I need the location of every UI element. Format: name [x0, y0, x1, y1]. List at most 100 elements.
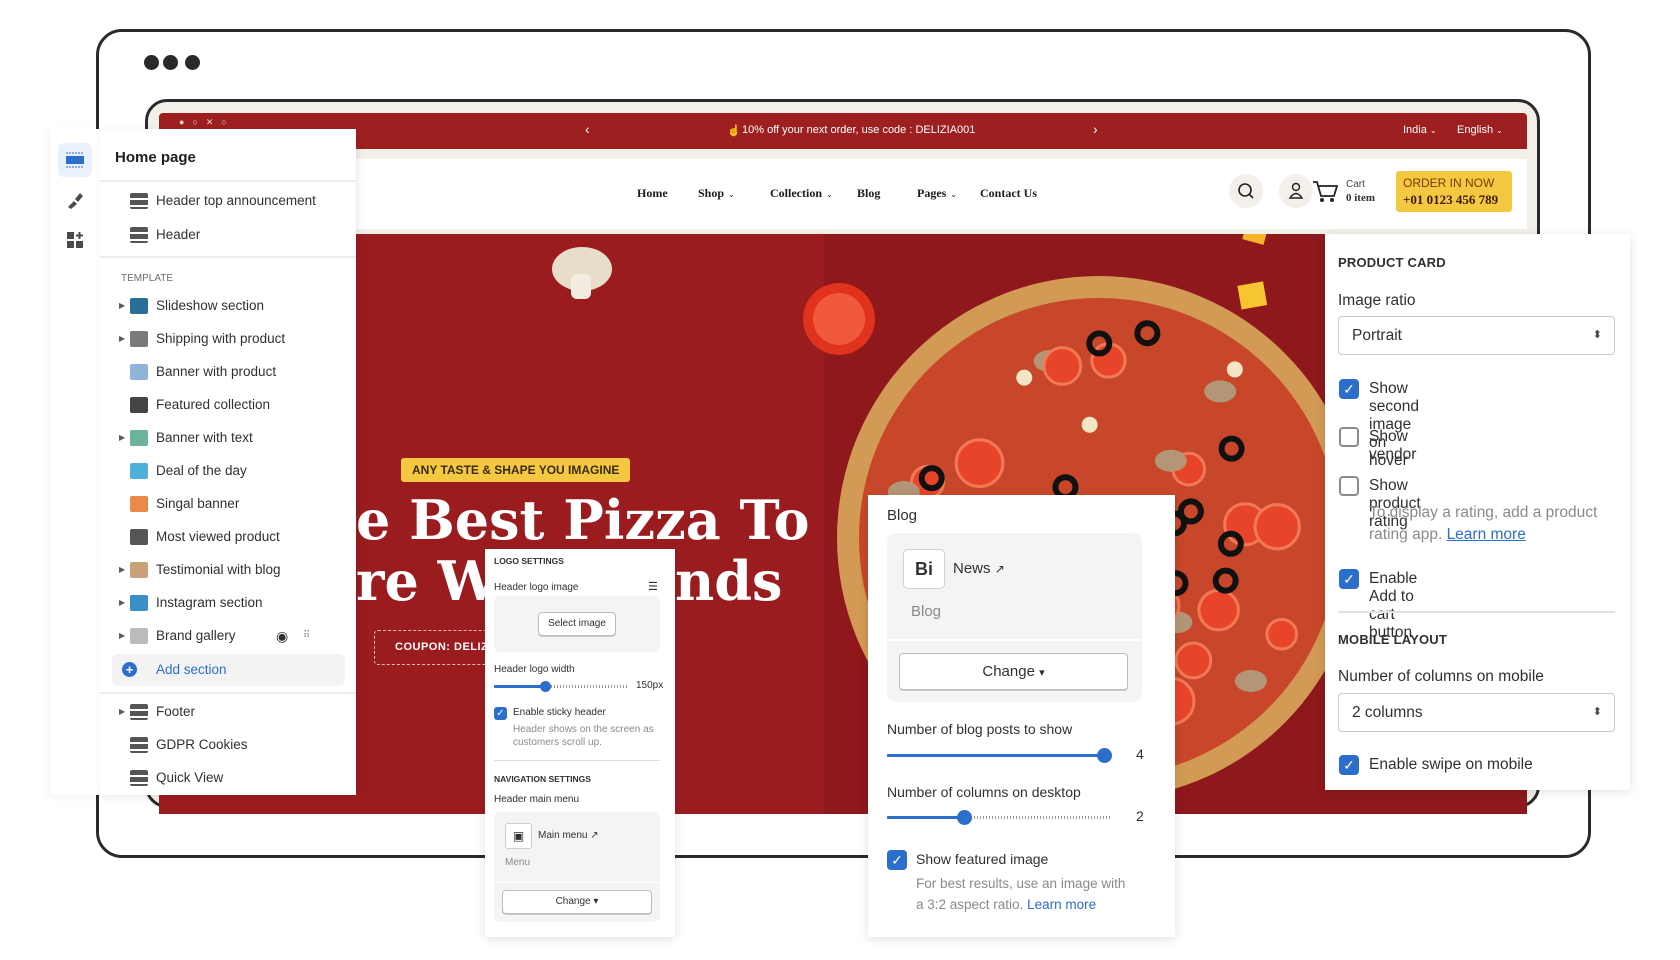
theme-settings-tab[interactable] — [58, 183, 92, 217]
nav-shop[interactable]: Shop ⌄ — [698, 186, 735, 201]
section-icon — [130, 331, 148, 347]
blog-label: Blog — [887, 507, 918, 524]
announcement-text: 10% off your next order, use code : DELI… — [742, 124, 976, 136]
search-button[interactable] — [1229, 174, 1263, 208]
expand-arrow-icon[interactable]: ▶ — [119, 327, 125, 351]
option-label: Show vendor — [1369, 428, 1417, 463]
nav-pages[interactable]: Pages ⌄ — [917, 186, 957, 201]
nav-home[interactable]: Home — [637, 186, 668, 201]
chevron-down-icon: ⌄ — [950, 190, 958, 199]
swipe-mobile-checkbox[interactable]: ✓ — [1339, 755, 1359, 775]
option-checkbox[interactable]: ✓ — [1339, 379, 1359, 399]
learn-more-link[interactable]: Learn more — [1447, 526, 1526, 543]
main-menu-link[interactable]: Main menu ↗ — [538, 830, 599, 841]
section-item[interactable]: ▶ Testimonial with blog — [100, 558, 356, 582]
expand-arrow-icon[interactable]: ▶ — [119, 426, 125, 450]
posts-count-value: 4 — [1136, 746, 1144, 762]
mobile-columns-label: Number of columns on mobile — [1338, 668, 1544, 685]
section-header-announcement[interactable]: Header top announcement — [100, 189, 356, 213]
option-checkbox[interactable]: ✓ — [1339, 569, 1359, 589]
chevron-left-icon[interactable]: ‹ — [585, 121, 590, 137]
external-link-icon: ↗ — [994, 562, 1005, 576]
country-selector[interactable]: India ⌄ — [1403, 124, 1437, 136]
drag-handle-icon[interactable]: ⠿ — [303, 624, 310, 648]
expand-arrow-icon[interactable]: ▶ — [119, 558, 125, 582]
language-selector[interactable]: English ⌄ — [1457, 124, 1503, 136]
site-header: Home Shop ⌄ Collection ⌄ Blog Pages ⌄ Conta… — [159, 159, 1527, 229]
section-icon — [130, 529, 148, 545]
section-item[interactable]: ▶ Shipping with product — [100, 327, 356, 351]
social-icons[interactable]: ●○✕○ — [179, 117, 235, 128]
sections-icon — [66, 152, 84, 168]
rating-help: rating app. Learn more — [1369, 526, 1526, 543]
sticky-header-checkbox[interactable]: ✓ — [494, 707, 507, 720]
section-item[interactable]: ▶ Slideshow section — [100, 294, 356, 318]
posts-count-label: Number of blog posts to show — [887, 721, 1073, 737]
slider-thumb[interactable] — [957, 810, 972, 825]
caret-down-icon: ▾ — [593, 896, 599, 907]
brush-icon — [68, 193, 83, 209]
section-header[interactable]: Header — [100, 223, 356, 247]
section-label: Banner with text — [156, 430, 253, 445]
hero-badge: ANY TASTE & SHAPE YOU IMAGINE — [401, 458, 631, 482]
section-icon — [130, 496, 148, 512]
order-now-button[interactable]: ORDER IN NOW +01 0123 456 789 — [1396, 171, 1512, 212]
section-item[interactable]: ▶ Instagram section — [100, 591, 356, 615]
nav-collection[interactable]: Collection ⌄ — [770, 186, 833, 201]
section-item[interactable]: Banner with product — [100, 360, 356, 384]
expand-arrow-icon[interactable]: ▶ — [119, 591, 125, 615]
section-item[interactable]: ▶ Brand gallery ◉ ⠿ — [100, 624, 356, 648]
section-item[interactable]: GDPR Cookies — [100, 733, 356, 757]
blog-icon: Bi — [903, 549, 945, 589]
blog-news-link[interactable]: News ↗ — [953, 560, 1005, 577]
blog-type: Blog — [911, 603, 942, 620]
section-item[interactable]: Featured collection — [100, 393, 356, 417]
slider-fill — [887, 754, 1104, 757]
section-item[interactable]: ▶ Footer — [100, 700, 356, 724]
slider-thumb[interactable] — [540, 681, 552, 692]
sticky-header-label: Enable sticky header — [513, 707, 606, 718]
chevron-right-icon[interactable]: › — [1093, 121, 1098, 137]
sticky-help: Header shows on the screen as — [513, 724, 654, 735]
featured-help: For best results, use an image with — [916, 876, 1126, 891]
rating-help: To display a rating, add a product — [1369, 504, 1598, 521]
image-ratio-select[interactable]: Portrait ⬍ — [1338, 316, 1615, 355]
sections-tab[interactable] — [58, 143, 92, 177]
change-blog-button[interactable]: Change ▾ — [899, 653, 1128, 690]
change-menu-button[interactable]: Change ▾ — [502, 890, 652, 914]
section-label: Quick View — [156, 770, 224, 785]
option-checkbox[interactable] — [1339, 427, 1359, 447]
section-item[interactable]: ▶ Banner with text — [100, 426, 356, 450]
learn-more-link[interactable]: Learn more — [1027, 897, 1096, 912]
expand-arrow-icon[interactable]: ▶ — [119, 294, 125, 318]
mobile-columns-select[interactable]: 2 columns ⬍ — [1338, 693, 1615, 732]
featured-image-checkbox[interactable]: ✓ — [887, 850, 907, 870]
option-checkbox[interactable] — [1339, 476, 1359, 496]
order-phone: +01 0123 456 789 — [1403, 192, 1499, 207]
nav-blog[interactable]: Blog — [857, 186, 880, 201]
dynamic-source-icon[interactable]: ☰ — [648, 580, 658, 593]
image-ratio-label: Image ratio — [1338, 292, 1416, 309]
eye-icon[interactable]: ◉ — [276, 624, 288, 648]
cart-icon[interactable] — [1311, 177, 1339, 205]
select-arrows-icon: ⬍ — [1592, 329, 1602, 341]
window-dot-icon — [144, 55, 159, 70]
menu-type: Menu — [505, 857, 531, 868]
apps-tab[interactable] — [58, 223, 92, 257]
slider-thumb[interactable] — [1097, 748, 1112, 763]
add-section-button[interactable]: + Add section — [112, 654, 345, 686]
expand-arrow-icon[interactable]: ▶ — [119, 700, 125, 724]
expand-arrow-icon[interactable]: ▶ — [119, 624, 125, 648]
nav-contact-us[interactable]: Contact Us — [980, 186, 1037, 201]
section-item[interactable]: Most viewed product — [100, 525, 356, 549]
select-image-button[interactable]: Select image — [538, 612, 616, 636]
account-button[interactable] — [1279, 174, 1313, 208]
section-icon — [130, 227, 148, 243]
section-icon — [130, 397, 148, 413]
section-item[interactable]: Deal of the day — [100, 459, 356, 483]
section-item[interactable]: Quick View — [100, 766, 356, 790]
section-item[interactable]: Singal banner — [100, 492, 356, 516]
logo-width-label: Header logo width — [494, 664, 575, 675]
logo-width-value: 150px — [636, 680, 664, 691]
caret-down-icon: ▾ — [1039, 667, 1045, 679]
